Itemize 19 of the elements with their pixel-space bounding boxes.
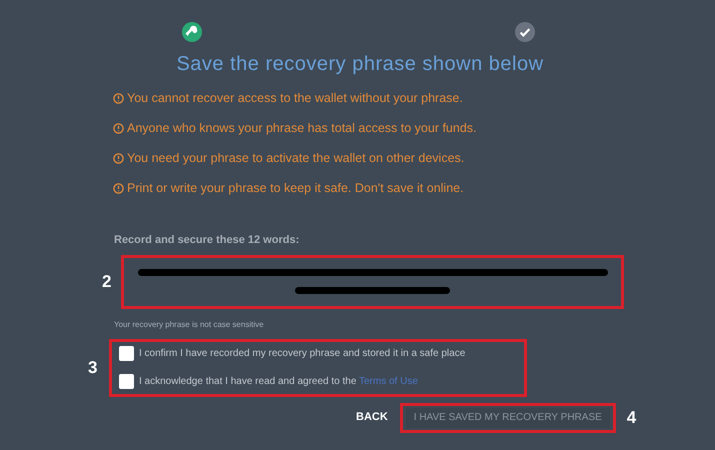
warning-text: You need your phrase to activate the wallet on other devices.: [127, 150, 464, 167]
callout-number: 4: [626, 406, 636, 429]
warning-text: You cannot recover access to the wallet without your phrase.: [127, 90, 463, 107]
warning-text: Print or write your phrase to keep it safe. Don't save it online.: [127, 180, 464, 197]
warning-icon: [113, 92, 124, 104]
warning-icon: [113, 122, 124, 134]
phrase-note: Your recovery phrase is not case sensitive: [113, 318, 265, 330]
callout-number: 3: [88, 356, 98, 379]
warning-icon: [113, 152, 124, 164]
checkbox[interactable]: [119, 346, 134, 361]
page-title: Save the recovery phrase shown below: [175, 52, 545, 77]
phrase-label: Record and secure these 12 words:: [113, 233, 300, 248]
warning-icon: [113, 182, 124, 194]
callout-number: 2: [102, 270, 112, 293]
checkbox-label[interactable]: I acknowledge that I have read and agreed to the Terms of Use: [139, 374, 418, 389]
checkbox[interactable]: [119, 374, 134, 389]
checkbox-label[interactable]: I confirm I have recorded my recovery phrase and stored it in a safe place: [139, 346, 466, 361]
warning-text: Anyone who knows your phrase has total access to your funds.: [127, 120, 476, 137]
back-button[interactable]: BACK: [356, 409, 388, 426]
